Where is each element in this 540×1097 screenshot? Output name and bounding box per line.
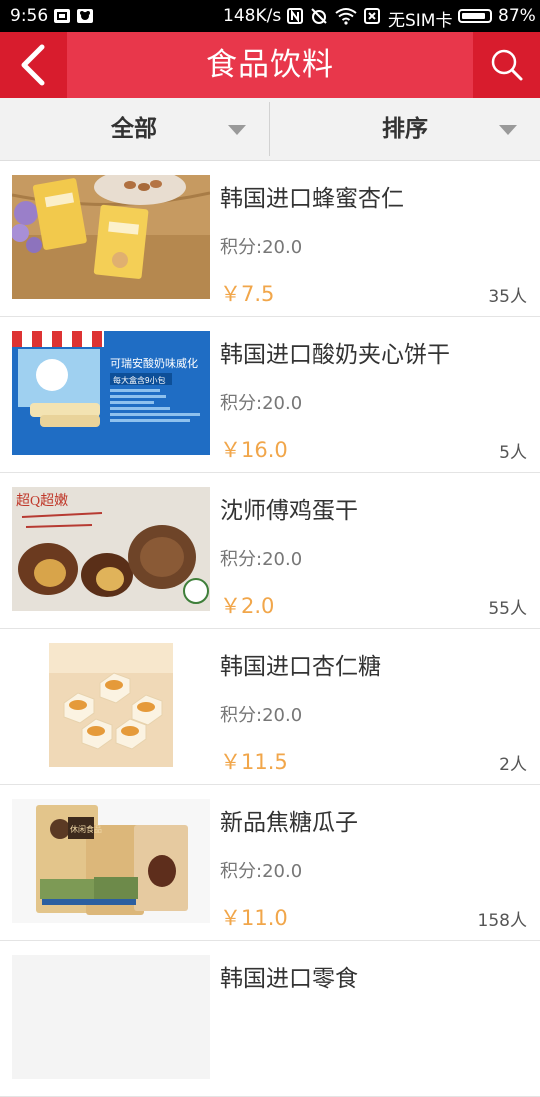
search-button[interactable] [473,32,540,98]
category-filter[interactable]: 全部 [0,98,269,160]
product-points: 积分:20.0 [220,237,303,258]
product-buyer-count: 55人 [488,599,527,619]
product-name: 新品焦糖瓜子 [220,810,358,836]
category-filter-label: 全部 [111,116,157,142]
product-image: 休闲食品 [12,799,210,923]
search-icon [491,49,523,81]
product-price: ￥2.0 [220,594,275,618]
product-name: 韩国进口酸奶夹心饼干 [220,342,450,368]
app-header: 食品饮料 [0,32,540,98]
product-name: 韩国进口零食 [220,966,358,992]
product-name: 韩国进口杏仁糖 [220,654,381,680]
product-price: ￥11.5 [220,750,288,774]
page-title: 食品饮料 [206,47,334,83]
product-name: 沈师傅鸡蛋干 [220,498,358,524]
product-price: ￥7.5 [220,282,275,306]
product-item[interactable]: 可瑞安酸奶味威化 每大盒含9小包 韩国进口酸奶夹心饼干 积分:20.0 ￥16.… [0,317,540,473]
sim-status: 无SIM卡 [388,11,453,31]
product-image [12,955,210,1079]
filter-bar: 全部 排序 [0,98,540,161]
product-item[interactable]: 韩国进口蜂蜜杏仁 积分:20.0 ￥7.5 35人 [0,161,540,317]
product-points: 积分:20.0 [220,705,303,726]
alarm-off-icon [311,8,327,24]
product-name: 韩国进口蜂蜜杏仁 [220,186,404,212]
product-buyer-count: 5人 [499,443,527,463]
product-item[interactable]: 超Q超嫩 沈师傅鸡蛋干 积分:20.0 ￥2.0 55人 [0,473,540,629]
product-buyer-count: 158人 [477,911,527,931]
status-bar: 9:56 148K/s 无SIM卡 87% [0,0,540,32]
product-price: ￥11.0 [220,906,288,930]
product-points: 积分:20.0 [220,393,303,414]
product-points: 积分:20.0 [220,861,303,882]
dropdown-arrow-icon [228,125,246,135]
battery-icon [458,9,492,23]
product-image: 超Q超嫩 [12,487,210,611]
notification-icon [54,9,70,23]
product-item[interactable]: 休闲食品 新品焦糖瓜子 积分:20.0 ￥11.0 158人 [0,785,540,941]
nfc-icon [287,8,303,24]
product-buyer-count: 35人 [488,287,527,307]
product-image: 可瑞安酸奶味威化 每大盒含9小包 [12,331,210,455]
product-image [12,175,210,299]
product-image [12,643,210,767]
app-notification-icon [77,9,93,23]
no-sim-icon [364,8,380,24]
product-image-caption: 超Q超嫩 [16,493,68,509]
product-buyer-count: 2人 [499,755,527,775]
status-time: 9:56 [10,6,49,26]
chevron-left-icon [21,44,45,86]
product-image-title: 可瑞安酸奶味威化 [110,356,198,370]
product-list: 韩国进口蜂蜜杏仁 积分:20.0 ￥7.5 35人 可瑞安酸奶味威化 每大盒含9… [0,161,540,1097]
battery-level-fill [462,13,485,19]
battery-percent: 87% [498,6,536,26]
sort-filter[interactable]: 排序 [270,98,539,160]
product-item[interactable]: 韩国进口零食 [0,941,540,1097]
back-button[interactable] [0,32,67,98]
product-item[interactable]: 韩国进口杏仁糖 积分:20.0 ￥11.5 2人 [0,629,540,785]
network-speed: 148K/s [223,6,282,26]
wifi-icon [335,8,357,25]
sort-filter-label: 排序 [382,116,428,142]
dropdown-arrow-icon [499,125,517,135]
product-image-subtitle: 每大盒含9小包 [113,375,165,385]
product-points: 积分:20.0 [220,549,303,570]
product-price: ￥16.0 [220,438,288,462]
product-image-brand: 休闲食品 [70,824,102,834]
